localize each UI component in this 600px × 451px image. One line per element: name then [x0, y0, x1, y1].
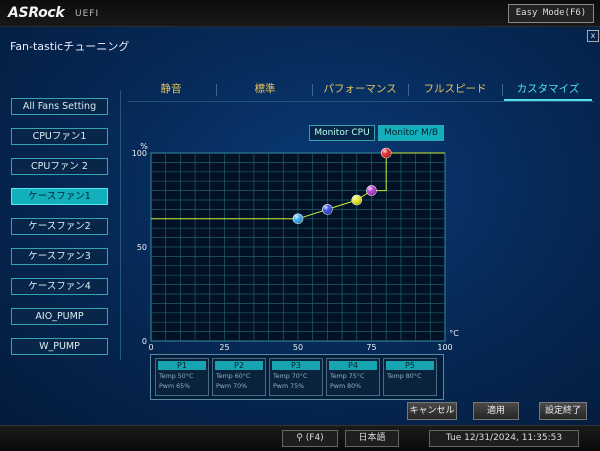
search-key-label: (F4): [305, 433, 324, 443]
tab-separator: [408, 84, 409, 96]
sidebar-divider: [120, 90, 121, 360]
tab-full-speed[interactable]: フルスピード: [410, 80, 500, 99]
point-card-p4[interactable]: P4 Temp 75°C Pwm 80%: [326, 358, 380, 396]
sidebar-item-case-fan1[interactable]: ケースファン1: [11, 188, 108, 205]
cancel-button[interactable]: キャンセル: [407, 402, 457, 420]
chart-grid: [151, 153, 445, 341]
x-tick-label: 100: [437, 343, 452, 350]
point-pwm: Pwm 80%: [330, 383, 362, 390]
sidebar-item-cpu-fan2[interactable]: CPUファン 2: [11, 158, 108, 175]
tab-customize[interactable]: カスタマイズ: [504, 80, 592, 101]
tab-separator: [312, 84, 313, 96]
point-name: P3: [272, 361, 320, 370]
brand-logo: ASRock: [8, 5, 65, 21]
point-shine: [322, 204, 333, 215]
sidebar-item-w-pump[interactable]: W_PUMP: [11, 338, 108, 355]
point-temp: Temp 60°C: [216, 373, 251, 380]
x-tick-label: 0: [148, 343, 153, 350]
point-card-p1[interactable]: P1 Temp 50°C Pwm 65%: [155, 358, 209, 396]
monitor-mb-button[interactable]: Monitor M/B: [378, 125, 444, 141]
point-pwm: Pwm 75%: [273, 383, 305, 390]
curve-point-p3[interactable]: [351, 194, 363, 206]
page-title: Fan-tasticチューニング: [10, 40, 130, 53]
curve-point-p2[interactable]: [322, 204, 333, 215]
search-button[interactable]: ⚲ (F4): [282, 430, 338, 447]
point-shine: [293, 213, 303, 224]
point-pwm: Pwm 65%: [159, 383, 191, 390]
point-pwm: Pwm 70%: [216, 383, 248, 390]
sidebar-item-case-fan3[interactable]: ケースファン3: [11, 248, 108, 265]
x-tick-label: 25: [219, 343, 229, 350]
points-panel: P1 Temp 50°C Pwm 65% P2 Temp 60°C Pwm 70…: [150, 354, 444, 400]
search-icon: ⚲: [296, 433, 303, 443]
curve-point-p1[interactable]: [292, 213, 304, 225]
point-card-p5[interactable]: P5 Temp 80°C: [383, 358, 437, 396]
point-temp: Temp 70°C: [273, 373, 308, 380]
sidebar-item-all-fans[interactable]: All Fans Setting: [11, 98, 108, 115]
finish-button[interactable]: 設定終了: [539, 402, 587, 420]
language-button[interactable]: 日本語: [345, 430, 399, 447]
curve-point-p4[interactable]: [366, 185, 377, 196]
tab-standard[interactable]: 標準: [218, 80, 312, 99]
fan-curve-chart[interactable]: 0 25 50 75 100501000%°C: [130, 140, 460, 350]
sidebar-item-aio-pump[interactable]: AIO_PUMP: [11, 308, 108, 325]
easy-mode-button[interactable]: Easy Mode(F6): [508, 4, 594, 23]
sidebar-item-case-fan2[interactable]: ケースファン2: [11, 218, 108, 235]
tab-separator: [216, 84, 217, 96]
tab-performance[interactable]: パフォーマンス: [314, 80, 406, 99]
datetime-display: Tue 12/31/2024, 11:35:53: [429, 430, 579, 447]
y-tick-label: 0: [142, 337, 147, 346]
y-axis-unit: %: [140, 142, 148, 151]
top-bar: ASRock UEFI Easy Mode(F6): [0, 0, 600, 27]
y-tick-label: 50: [137, 243, 147, 252]
apply-button[interactable]: 適用: [473, 402, 519, 420]
point-temp: Temp 75°C: [330, 373, 365, 380]
sidebar-item-cpu-fan1[interactable]: CPUファン1: [11, 128, 108, 145]
point-name: P1: [158, 361, 206, 370]
x-axis-unit: °C: [449, 329, 459, 338]
sidebar-item-case-fan4[interactable]: ケースファン4: [11, 278, 108, 295]
brand-sub: UEFI: [75, 9, 100, 19]
monitor-cpu-button[interactable]: Monitor CPU: [309, 125, 375, 141]
curve-point-p5[interactable]: [380, 147, 392, 159]
point-temp: Temp 50°C: [159, 373, 194, 380]
point-card-p3[interactable]: P3 Temp 70°C Pwm 75%: [269, 358, 323, 396]
tab-separator: [502, 84, 503, 96]
x-tick-label: 50: [293, 343, 303, 350]
point-shine: [381, 148, 392, 158]
point-shine: [351, 195, 362, 205]
point-name: P5: [386, 361, 434, 370]
x-tick-label: 75: [366, 343, 376, 350]
point-name: P2: [215, 361, 263, 370]
tab-silent[interactable]: 静音: [128, 80, 214, 99]
point-shine: [366, 185, 377, 196]
preset-tabs: 静音 標準 パフォーマンス フルスピード カスタマイズ: [128, 80, 594, 102]
point-temp: Temp 80°C: [387, 373, 422, 380]
tabs-underline: [128, 101, 594, 102]
close-button[interactable]: x: [587, 30, 599, 42]
point-name: P4: [329, 361, 377, 370]
point-card-p2[interactable]: P2 Temp 60°C Pwm 70%: [212, 358, 266, 396]
